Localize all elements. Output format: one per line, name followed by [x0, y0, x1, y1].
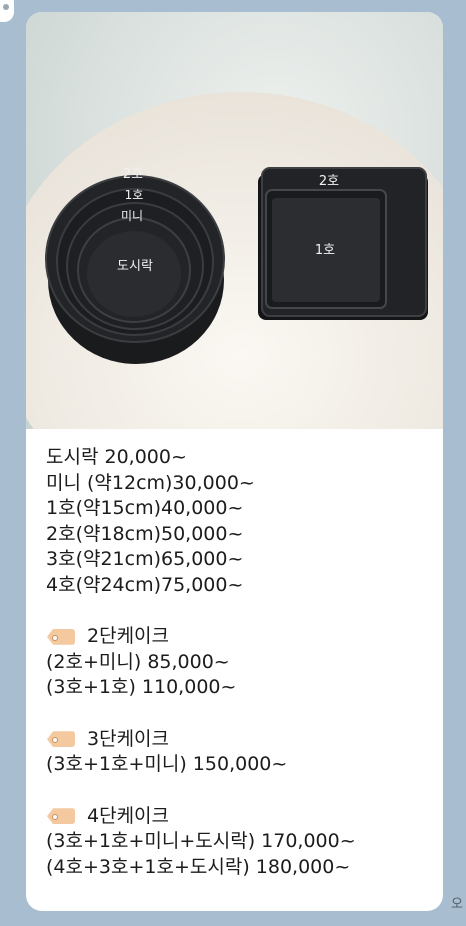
sender-avatar-corner[interactable]: [0, 0, 14, 22]
label-tag-icon: [47, 629, 75, 645]
tier2-item: (2호+미니) 85,000~: [46, 650, 230, 673]
price-line: 1호(약15cm)40,000~: [46, 497, 244, 519]
square-pan-label-2ho: 2호: [319, 174, 339, 189]
price-line: 미니 (약12cm)30,000~: [46, 471, 255, 494]
round-pan-label-dosirak: 도시락: [117, 259, 153, 274]
cake-pans-photo: 2호 1호 미니 도시락 2호 1호: [26, 12, 443, 429]
message-time-marker: 오: [451, 897, 463, 912]
tier4-item: (3호+1호+미니+도시락) 170,000~: [46, 830, 356, 852]
chat-message-bubble[interactable]: 2호 1호 미니 도시락 2호 1호 도시락 20,000~ 미니 (약12cm…: [26, 12, 443, 911]
tier4-item: (4호+3호+1호+도시락) 180,000~: [46, 855, 351, 878]
tier2-heading-text: 2단케이크: [87, 625, 170, 647]
price-line: 3호(약21cm)65,000~: [46, 548, 244, 570]
tier3-heading-text: 3단케이크: [87, 727, 170, 750]
tier3-heading: 3단케이크: [46, 727, 436, 753]
label-tag-icon: [47, 731, 75, 747]
tier2-heading: 2단케이크: [46, 624, 436, 650]
round-pan-label-1ho: 1호: [125, 188, 144, 202]
message-photo[interactable]: 2호 1호 미니 도시락 2호 1호: [26, 12, 443, 429]
price-line: 도시락 20,000~: [46, 446, 187, 468]
round-pan-label-2ho: 2호: [123, 167, 143, 182]
tier4-heading-text: 4단케이크: [87, 804, 170, 827]
round-pan-label-mini: 미니: [121, 209, 143, 223]
tier3-item: (3호+1호+미니) 150,000~: [46, 753, 288, 775]
label-tag-icon: [47, 808, 75, 824]
price-line: 2호(약18cm)50,000~: [46, 522, 244, 545]
tier2-item: (3호+1호) 110,000~: [46, 676, 237, 698]
square-pan-label-1ho: 1호: [315, 243, 335, 258]
tier4-heading: 4단케이크: [46, 804, 436, 830]
price-line: 4호(약24cm)75,000~: [46, 573, 244, 596]
message-text: 도시락 20,000~ 미니 (약12cm)30,000~ 1호(약15cm)4…: [46, 445, 436, 880]
